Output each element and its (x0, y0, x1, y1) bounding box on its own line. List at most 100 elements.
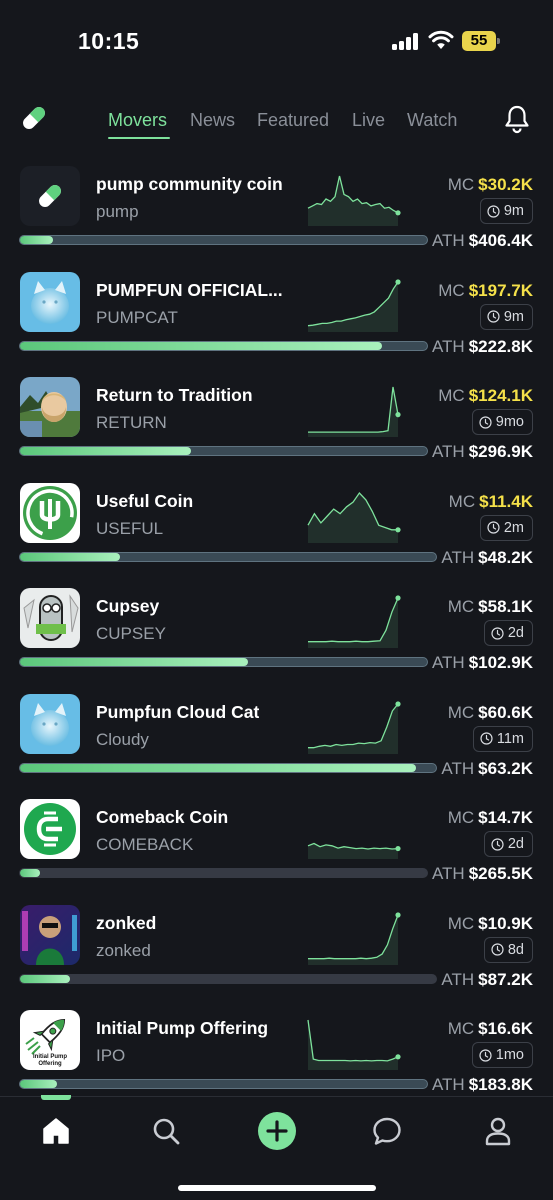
comeback-logo-icon (20, 799, 80, 859)
coin-name: Cupsey (96, 596, 160, 616)
coin-row[interactable]: Cupsey CUPSEY MC $58.1K 2d ATH $102.9K (0, 582, 553, 687)
pill-icon (20, 166, 80, 226)
ath-progress-fill (20, 1080, 57, 1088)
ath-value: $265.5K (468, 864, 533, 883)
ath-value: $406.4K (468, 231, 533, 250)
market-cap-value: $124.1K (468, 386, 533, 405)
ath-progress-fill (20, 869, 41, 877)
tab-watchlist[interactable]: Watchlist (407, 110, 458, 131)
market-cap-label: MC (438, 280, 465, 300)
cloud-cat-icon (20, 693, 80, 754)
status-bar: 10:15 55 (0, 0, 553, 80)
coin-row[interactable]: Useful Coin USEFUL MC $11.4K 2m ATH $48.2K (0, 477, 553, 582)
home-icon[interactable] (40, 1115, 72, 1147)
ath-label: ATH (441, 547, 475, 567)
coin-ticker: RETURN (96, 413, 167, 432)
market-cap-label: MC (447, 808, 475, 827)
coin-row[interactable]: Pumpfun Cloud Cat Cloudy MC $60.6K 11m ATH $63… (0, 688, 553, 793)
sparkline-area (308, 387, 398, 437)
sparkline-last-point (395, 526, 401, 532)
ath-progress-bar (19, 657, 428, 667)
market-cap: MC $124.1K (438, 386, 533, 406)
sparkline-last-point (395, 278, 401, 285)
age-badge: 2m (479, 514, 533, 541)
ath-value: $63.2K (478, 758, 533, 778)
market-cap-label: MC (447, 913, 475, 933)
ath-progress-bar (19, 973, 438, 984)
ath-value: $222.8K (468, 336, 533, 356)
age-badge: 8d (483, 936, 533, 963)
ath-value: $296.9K (468, 442, 533, 461)
ath-label: ATH (431, 653, 465, 672)
sparkline-last-point (395, 700, 401, 707)
tab-news[interactable]: News (190, 110, 235, 131)
pill-logo-icon[interactable] (18, 102, 50, 134)
coin-name: Initial Pump Offering (96, 1018, 269, 1038)
bottom-nav (0, 1095, 553, 1200)
clock-icon (491, 943, 504, 956)
age-text: 2d (507, 836, 524, 852)
chat-bubble-icon[interactable] (371, 1115, 403, 1147)
sparkline-area (308, 281, 398, 332)
movers-list[interactable]: pump community coin pump MC $30.2K 9m ATH $406… (0, 160, 553, 1096)
sparkline-last-point (395, 595, 401, 601)
price-sparkline (307, 175, 401, 226)
coin-ticker: CUPSEY (96, 624, 166, 643)
create-coin-plus-icon[interactable] (257, 1111, 297, 1151)
tab-featured[interactable]: Featured (257, 110, 329, 131)
clock-icon (491, 837, 504, 851)
clock-icon (487, 310, 500, 323)
market-cap-value: $58.1K (478, 597, 533, 616)
age-text: 2m (503, 519, 524, 536)
market-cap: MC $11.4K (449, 492, 533, 512)
price-sparkline (308, 595, 401, 648)
all-time-high: ATH $265.5K (432, 864, 533, 884)
profile-icon[interactable] (482, 1115, 514, 1147)
coin-row[interactable]: Comeback Coin COMEBACK MC $14.7K 2d ATH $265.5… (0, 793, 553, 898)
market-cap-label: MC (438, 386, 465, 405)
wifi-icon (428, 30, 454, 49)
coin-ticker: COMEBACK (96, 835, 194, 854)
coin-row[interactable]: Return to Tradition RETURN MC $124.1K 9mo ATH… (0, 371, 553, 476)
age-text: 2d (507, 625, 524, 641)
coin-row[interactable]: Initial Pump Offering Initial Pump Offeri… (0, 1004, 553, 1096)
coin-name: pump community coin (96, 174, 283, 194)
tab-movers[interactable]: Movers (108, 110, 167, 131)
coin-row[interactable]: PUMPFUN OFFICIAL... PUMPCAT MC $197.7K 9m ATH… (0, 266, 553, 371)
ath-label: ATH (431, 336, 465, 356)
price-sparkline (308, 386, 401, 437)
market-cap: MC $197.7K (438, 281, 533, 301)
market-cap-label: MC (448, 491, 476, 511)
market-cap-value: $14.7K (478, 808, 533, 827)
notification-bell-icon[interactable] (503, 104, 531, 134)
useful-logo-icon (20, 482, 80, 543)
sparkline-line (307, 1019, 399, 1062)
market-cap: MC $14.7K (448, 808, 533, 828)
rocket-logo-icon: Initial Pump Offering (20, 1010, 80, 1070)
cupsey-character-icon (20, 588, 80, 648)
coin-row[interactable]: pump community coin pump MC $30.2K 9m ATH $406… (0, 160, 553, 265)
coin-name: Pumpfun Cloud Cat (96, 701, 260, 722)
home-indicator (178, 1185, 376, 1191)
top-nav: Movers News Featured Live Watchlist (0, 96, 553, 144)
age-badge: 9m (479, 303, 533, 330)
coin-ticker: PUMPCAT (96, 307, 178, 327)
age-text: 9m (503, 203, 524, 219)
sparkline-area (308, 598, 398, 648)
ath-value: $102.9K (468, 653, 533, 672)
market-cap-value: $11.4K (479, 491, 533, 511)
age-text: 8d (507, 941, 524, 958)
ath-progress-bar (19, 340, 428, 351)
market-cap-label: MC (447, 1019, 475, 1038)
ath-label: ATH (441, 758, 475, 778)
bearded-man-icon (20, 377, 80, 437)
active-tab-underline (108, 137, 170, 139)
coin-row[interactable]: zonked zonked MC $10.9K 8d ATH $87.2K (0, 899, 553, 1004)
tab-live[interactable]: Live (352, 110, 385, 131)
all-time-high: ATH $87.2K (441, 970, 533, 990)
search-icon[interactable] (150, 1115, 182, 1147)
ath-value: $183.8K (468, 1075, 533, 1094)
price-sparkline (307, 491, 401, 543)
sparkline-area (308, 492, 398, 543)
market-cap: MC $30.2K (448, 175, 533, 195)
